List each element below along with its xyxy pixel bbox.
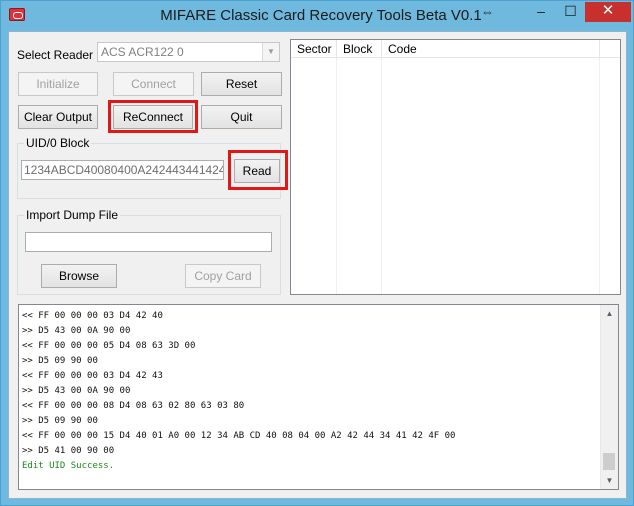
scroll-up-icon[interactable]: ▲: [601, 305, 618, 322]
browse-button[interactable]: Browse: [41, 264, 117, 288]
log-line: << FF 00 00 00 03 D4 42 43: [22, 371, 163, 381]
sector-grid[interactable]: Sector Block Code: [290, 39, 621, 295]
reconnect-button[interactable]: ReConnect: [113, 105, 193, 129]
initialize-button[interactable]: Initialize: [18, 72, 98, 96]
log-line: >> D5 43 00 0A 90 00: [22, 326, 131, 336]
column-header-code[interactable]: Code: [382, 40, 600, 58]
log-line: >> D5 09 90 00: [22, 356, 98, 366]
reader-select[interactable]: ACS ACR122 0 ▼: [97, 42, 280, 62]
reader-select-value: ACS ACR122 0: [101, 45, 184, 59]
column-header-block[interactable]: Block: [337, 40, 382, 58]
log-success-line: Edit UID Success.: [22, 461, 115, 471]
column-header-sector[interactable]: Sector: [291, 40, 337, 58]
resize-arrow-icon: ⇔: [481, 4, 494, 19]
uid-block-input[interactable]: 1234ABCD40080400A242443441424F00: [21, 160, 224, 180]
minimize-button[interactable]: –: [527, 2, 555, 22]
log-line: >> D5 09 90 00: [22, 416, 98, 426]
quit-button[interactable]: Quit: [201, 105, 282, 129]
log-line: << FF 00 00 00 08 D4 08 63 02 80 63 03 8…: [22, 401, 245, 411]
read-button[interactable]: Read: [234, 159, 280, 183]
select-reader-label: Select Reader: [17, 48, 94, 62]
clear-output-button[interactable]: Clear Output: [18, 105, 98, 129]
log-line: << FF 00 00 00 03 D4 42 40: [22, 311, 163, 321]
chevron-down-icon[interactable]: ▼: [262, 43, 279, 61]
log-line: << FF 00 00 00 15 D4 40 01 A0 00 12 34 A…: [22, 431, 456, 441]
copy-card-button[interactable]: Copy Card: [185, 264, 261, 288]
uid-block-title: UID/0 Block: [24, 136, 92, 150]
connect-button[interactable]: Connect: [113, 72, 194, 96]
log-line: << FF 00 00 00 05 D4 08 63 3D 00: [22, 341, 196, 351]
column-header-filler: [600, 40, 620, 58]
scroll-thumb[interactable]: [603, 453, 615, 470]
close-button[interactable]: ✕: [585, 2, 631, 22]
dump-file-input[interactable]: [25, 232, 272, 252]
output-log[interactable]: << FF 00 00 00 03 D4 42 40 >> D5 43 00 0…: [18, 304, 619, 490]
log-line: >> D5 43 00 0A 90 00: [22, 386, 131, 396]
title-bar[interactable]: MIFARE Classic Card Recovery Tools Beta …: [1, 1, 633, 29]
reset-button[interactable]: Reset: [201, 72, 282, 96]
column-divider: [336, 58, 337, 294]
scroll-down-icon[interactable]: ▼: [601, 472, 618, 489]
import-dump-title: Import Dump File: [24, 208, 121, 222]
window-title: MIFARE Classic Card Recovery Tools Beta …: [160, 7, 482, 24]
maximize-button[interactable]: ☐: [557, 2, 584, 22]
client-area: Select Reader ACS ACR122 0 ▼ Initialize …: [8, 31, 627, 499]
app-card-icon: [9, 8, 25, 21]
column-divider: [381, 58, 382, 294]
column-divider: [599, 58, 600, 294]
log-line: >> D5 41 00 90 00: [22, 446, 115, 456]
log-scrollbar[interactable]: ▲ ▼: [600, 305, 618, 489]
app-window: MIFARE Classic Card Recovery Tools Beta …: [0, 0, 634, 506]
